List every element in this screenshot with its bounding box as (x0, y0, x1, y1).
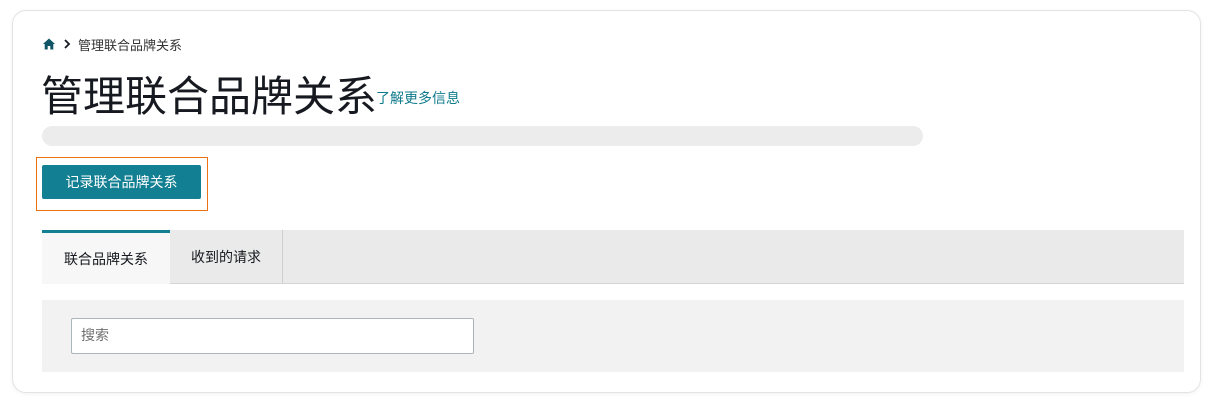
learn-more-link[interactable]: 了解更多信息 (376, 88, 460, 108)
tab-label: 收到的请求 (191, 250, 261, 266)
tab-received-requests[interactable]: 收到的请求 (170, 230, 283, 284)
search-input[interactable] (71, 318, 474, 354)
tab-cobrand-relationships[interactable]: 联合品牌关系 (42, 230, 170, 284)
loading-placeholder-bar (42, 126, 923, 146)
home-icon[interactable] (42, 37, 56, 51)
tab-bar: 联合品牌关系 收到的请求 (42, 230, 1184, 284)
breadcrumb-current: 管理联合品牌关系 (78, 38, 183, 54)
page-title: 管理联合品牌关系 (41, 72, 378, 121)
breadcrumb: 管理联合品牌关系 (42, 34, 182, 54)
chevron-right-icon (62, 38, 72, 50)
tab-label: 联合品牌关系 (64, 251, 148, 268)
record-cobrand-button[interactable]: 记录联合品牌关系 (42, 165, 201, 199)
